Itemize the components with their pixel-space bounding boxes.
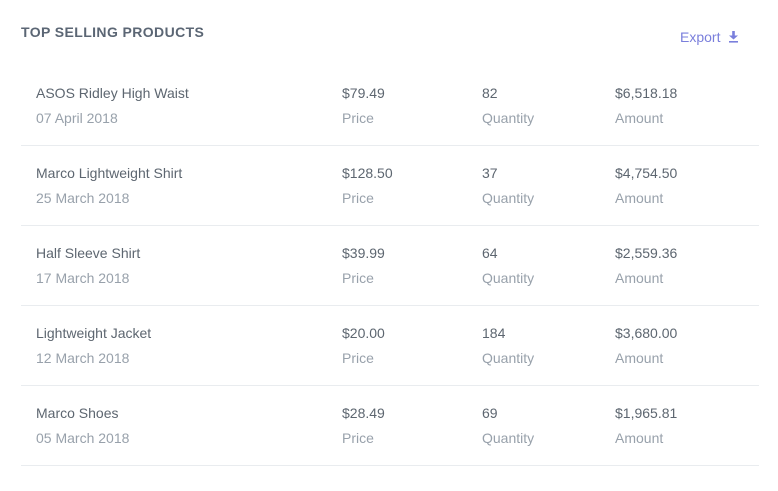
quantity-cell: 64 Quantity <box>482 244 534 287</box>
table-row[interactable]: ASOS Ridley High Waist 07 April 2018 $79… <box>21 66 759 146</box>
product-name: Half Sleeve Shirt <box>36 245 141 261</box>
price-value: $39.99 <box>342 245 385 261</box>
top-selling-products-card: TOP SELLING PRODUCTS Export ASOS Ridley … <box>0 0 778 491</box>
quantity-value: 64 <box>482 245 498 261</box>
price-cell: $20.00 Price <box>342 324 385 367</box>
product-cell: Half Sleeve Shirt 17 March 2018 <box>36 244 140 287</box>
quantity-label: Quantity <box>482 190 535 206</box>
quantity-cell: 37 Quantity <box>482 164 534 207</box>
amount-value: $2,559.36 <box>615 245 678 261</box>
quantity-cell: 82 Quantity <box>482 84 534 127</box>
product-date: 25 March 2018 <box>36 190 130 206</box>
export-button[interactable]: Export <box>680 29 739 45</box>
price-label: Price <box>342 190 374 206</box>
quantity-cell: 184 Quantity <box>482 324 534 367</box>
amount-label: Amount <box>615 190 664 206</box>
amount-value: $3,680.00 <box>615 325 678 341</box>
quantity-label: Quantity <box>482 430 535 446</box>
quantity-label: Quantity <box>482 350 535 366</box>
amount-label: Amount <box>615 110 664 126</box>
price-cell: $79.49 Price <box>342 84 385 127</box>
product-cell: ASOS Ridley High Waist 07 April 2018 <box>36 84 189 127</box>
amount-value: $1,965.81 <box>615 405 678 421</box>
quantity-value: 184 <box>482 325 506 341</box>
amount-cell: $1,965.81 Amount <box>615 404 677 447</box>
amount-label: Amount <box>615 350 664 366</box>
amount-cell: $2,559.36 Amount <box>615 244 677 287</box>
download-icon <box>729 31 739 43</box>
card-title: TOP SELLING PRODUCTS <box>21 24 205 40</box>
price-label: Price <box>342 110 374 126</box>
price-label: Price <box>342 270 374 286</box>
product-date: 12 March 2018 <box>36 350 130 366</box>
price-value: $79.49 <box>342 85 385 101</box>
amount-value: $4,754.50 <box>615 165 678 181</box>
amount-cell: $3,680.00 Amount <box>615 324 677 367</box>
amount-label: Amount <box>615 430 664 446</box>
price-cell: $39.99 Price <box>342 244 385 287</box>
quantity-value: 69 <box>482 405 498 421</box>
product-date: 07 April 2018 <box>36 110 118 126</box>
amount-cell: $4,754.50 Amount <box>615 164 677 207</box>
table-row[interactable]: Half Sleeve Shirt 17 March 2018 $39.99 P… <box>21 226 759 306</box>
product-name: ASOS Ridley High Waist <box>36 85 189 101</box>
table-row[interactable]: Lightweight Jacket 12 March 2018 $20.00 … <box>21 306 759 386</box>
products-table: ASOS Ridley High Waist 07 April 2018 $79… <box>21 66 759 466</box>
price-value: $20.00 <box>342 325 385 341</box>
product-cell: Marco Shoes 05 March 2018 <box>36 404 129 447</box>
product-cell: Marco Lightweight Shirt 25 March 2018 <box>36 164 182 207</box>
export-label: Export <box>680 29 721 45</box>
product-date: 05 March 2018 <box>36 430 130 446</box>
product-name: Lightweight Jacket <box>36 325 152 341</box>
table-row[interactable]: Marco Shoes 05 March 2018 $28.49 Price 6… <box>21 386 759 466</box>
price-label: Price <box>342 350 374 366</box>
amount-label: Amount <box>615 270 664 286</box>
price-value: $128.50 <box>342 165 393 181</box>
quantity-label: Quantity <box>482 110 535 126</box>
product-cell: Lightweight Jacket 12 March 2018 <box>36 324 151 367</box>
quantity-cell: 69 Quantity <box>482 404 534 447</box>
price-label: Price <box>342 430 374 446</box>
quantity-label: Quantity <box>482 270 535 286</box>
price-value: $28.49 <box>342 405 385 421</box>
table-row[interactable]: Marco Lightweight Shirt 25 March 2018 $1… <box>21 146 759 226</box>
product-date: 17 March 2018 <box>36 270 130 286</box>
quantity-value: 82 <box>482 85 498 101</box>
price-cell: $128.50 Price <box>342 164 393 207</box>
quantity-value: 37 <box>482 165 498 181</box>
amount-cell: $6,518.18 Amount <box>615 84 677 127</box>
product-name: Marco Lightweight Shirt <box>36 165 183 181</box>
product-name: Marco Shoes <box>36 405 119 421</box>
price-cell: $28.49 Price <box>342 404 385 447</box>
amount-value: $6,518.18 <box>615 85 678 101</box>
